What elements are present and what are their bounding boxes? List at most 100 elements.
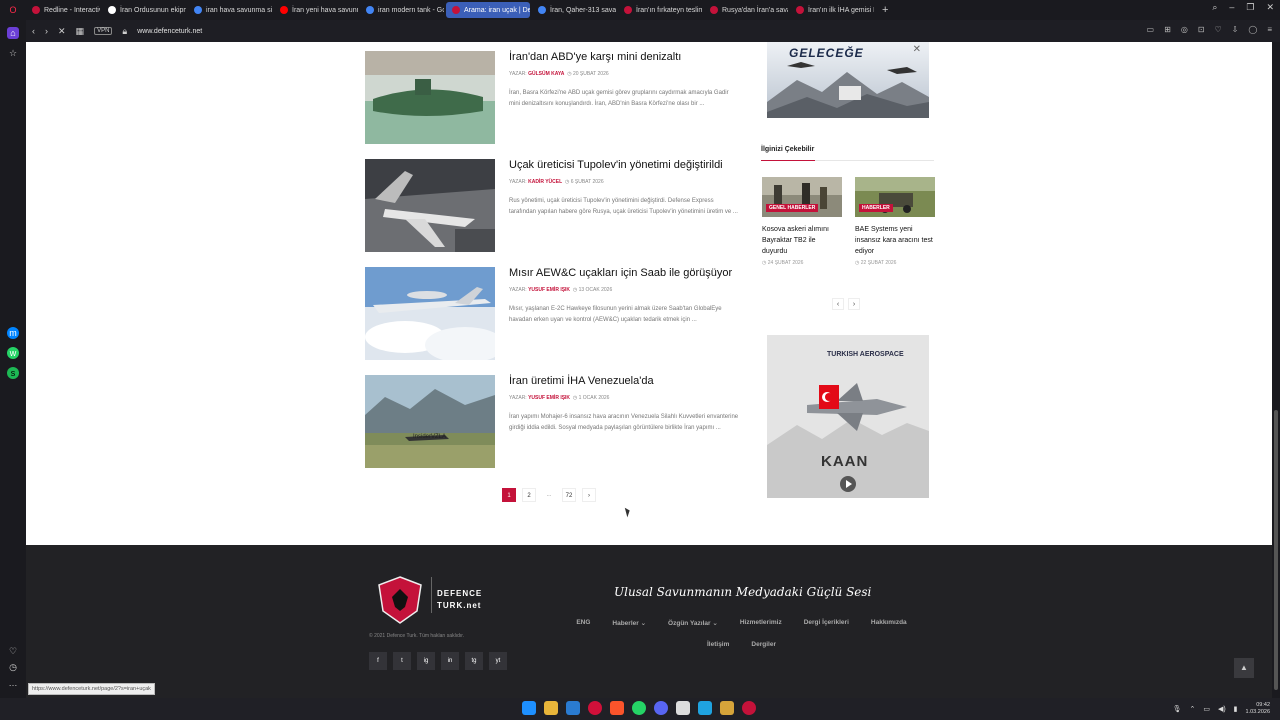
back-icon[interactable]: ‹	[32, 26, 35, 36]
sidebar-ad-kaan[interactable]: TURKISH AEROSPACE KAAN	[767, 335, 929, 498]
article-author[interactable]: YUSUF EMİR IŞIK	[528, 395, 570, 401]
whatsapp-taskbar-icon[interactable]	[632, 701, 646, 715]
article-thumbnail[interactable]	[365, 51, 495, 144]
related-card[interactable]: GENEL HABERLER Kosova askeri alımını Bay…	[762, 177, 842, 266]
profile-icon[interactable]: ◯	[1248, 25, 1257, 34]
network-icon[interactable]: ▭	[1203, 705, 1210, 713]
browser-tab[interactable]: iran modern tank - Google	[360, 2, 444, 18]
related-thumb[interactable]: GENEL HABERLER	[762, 177, 842, 217]
battery-icon[interactable]: ▮	[1234, 705, 1238, 713]
logo-text[interactable]: DEFENCE TURK.net	[437, 588, 482, 612]
volume-icon[interactable]: ◀)	[1218, 705, 1226, 713]
opera-taskbar-icon[interactable]	[588, 701, 602, 715]
ad-close-icon[interactable]: ✕	[913, 44, 921, 55]
scrollbar-thumb[interactable]	[1274, 410, 1278, 690]
browser-tab[interactable]: iran hava savunma sistemi	[188, 2, 272, 18]
chevron-up-icon[interactable]: ⌃	[1189, 705, 1195, 713]
sidebar-ad-top[interactable]: GELECEĞE ✕	[767, 42, 929, 118]
close-window-icon[interactable]: ✕	[1266, 2, 1274, 13]
browser-tab[interactable]: Arama: iran uçak | Defence	[446, 2, 530, 18]
page-link[interactable]: 2	[522, 488, 536, 502]
scroll-to-top-button[interactable]: ▲	[1234, 658, 1254, 678]
youtube-icon[interactable]: yt	[489, 652, 507, 670]
speed-dial-icon[interactable]: ▦	[76, 26, 85, 37]
notepad-icon[interactable]	[676, 701, 690, 715]
article-title[interactable]: Mısır AEW&C uçakları için Saab ile görüş…	[509, 267, 732, 279]
file-explorer-icon[interactable]	[544, 701, 558, 715]
opera-gx-icon[interactable]	[742, 701, 756, 715]
heart-icon[interactable]: ♡	[7, 645, 19, 657]
article-title[interactable]: İran'dan ABD'ye karşı mini denizaltı	[509, 51, 681, 63]
mail-icon[interactable]	[566, 701, 580, 715]
related-prev-button[interactable]: ‹	[832, 298, 844, 310]
facebook-icon[interactable]: f	[369, 652, 387, 670]
mic-icon[interactable]: 🎙︎	[1173, 705, 1182, 713]
article-thumbnail[interactable]	[365, 267, 495, 360]
category-badge[interactable]: HABERLER	[859, 204, 893, 212]
reader-icon[interactable]: ▭	[1147, 25, 1155, 34]
new-tab-button[interactable]: +	[876, 4, 894, 16]
heart-pin-icon[interactable]: ♡	[1215, 25, 1222, 34]
stop-icon[interactable]: ✕	[58, 26, 66, 37]
related-title[interactable]: Kosova askeri alımını Bayraktar TB2 ile …	[762, 224, 842, 257]
brave-icon[interactable]	[610, 701, 624, 715]
footer-nav-item[interactable]: Dergiler	[751, 641, 776, 648]
translate-icon[interactable]: ⊞	[1164, 25, 1171, 34]
opera-logo-icon[interactable]: O	[7, 4, 19, 16]
related-next-button[interactable]: ›	[848, 298, 860, 310]
maximize-icon[interactable]: ❐	[1246, 2, 1254, 13]
page-scrollbar[interactable]	[1272, 42, 1280, 698]
article-author[interactable]: GÜLSÜM KAYA	[528, 71, 564, 77]
browser-tab[interactable]: İran yeni hava savunma si	[274, 2, 358, 18]
spotify-icon[interactable]: s	[7, 367, 19, 379]
browser-tab[interactable]: İran, Qaher-313 savaş uça	[532, 2, 616, 18]
related-thumb[interactable]: HABERLER	[855, 177, 935, 217]
messenger-icon[interactable]: m	[7, 327, 19, 339]
extensions-icon[interactable]: ⊡	[1198, 25, 1205, 34]
bookmark-icon[interactable]: ☆	[7, 47, 19, 59]
article-thumbnail[interactable]	[365, 159, 495, 252]
linkedin-icon[interactable]: in	[441, 652, 459, 670]
download-icon[interactable]: ⇩	[1232, 25, 1239, 34]
article-title[interactable]: Uçak üreticisi Tupolev'in yönetimi değiş…	[509, 159, 723, 171]
menu-icon[interactable]: ≡	[1267, 25, 1272, 34]
start-icon[interactable]	[522, 701, 536, 715]
vpn-badge[interactable]: VPN	[94, 27, 113, 35]
page-next-button[interactable]: ›	[582, 488, 596, 502]
lock-icon[interactable]: 🔒︎	[122, 26, 127, 37]
twitter-icon[interactable]: t	[393, 652, 411, 670]
article-author[interactable]: YUSUF EMİR IŞIK	[528, 287, 570, 293]
browser-tab[interactable]: Rusya'dan İran'a savaş uça	[704, 2, 788, 18]
search-tabs-icon[interactable]: ⌕	[1212, 2, 1217, 13]
footer-nav-item[interactable]: ENG	[576, 619, 590, 627]
footer-nav-item[interactable]: Haberler ⌄	[612, 619, 646, 627]
edge-icon[interactable]	[698, 701, 712, 715]
forward-icon[interactable]: ›	[45, 26, 48, 36]
related-card[interactable]: HABERLER BAE Systems yeni insansız kara …	[855, 177, 935, 266]
page-last[interactable]: 72	[562, 488, 576, 502]
defence-turk-logo-icon[interactable]	[375, 575, 425, 627]
category-badge[interactable]: GENEL HABERLER	[766, 204, 819, 212]
footer-nav-item[interactable]: Özgün Yazılar ⌄	[668, 619, 718, 627]
article-thumbnail[interactable]: InsiderVZLA	[365, 375, 495, 468]
discord-icon[interactable]	[654, 701, 668, 715]
article-author[interactable]: KADİR YÜCEL	[528, 179, 562, 185]
clock[interactable]: 09:42 1.03.2026	[1246, 702, 1270, 716]
history-icon[interactable]: ◷	[7, 661, 19, 673]
browser-tab[interactable]: Redline - Interactive Strat	[26, 2, 100, 18]
browser-tab[interactable]: İran'ın fırkateyn teslimatı	[618, 2, 702, 18]
footer-nav-item[interactable]: İletişim	[707, 641, 729, 648]
page-current[interactable]: 1	[502, 488, 516, 502]
footer-nav-item[interactable]: Dergi İçerikleri	[804, 619, 849, 627]
footer-nav-item[interactable]: Hakkımızda	[871, 619, 907, 627]
related-title[interactable]: BAE Systems yeni insansız kara aracını t…	[855, 224, 935, 257]
browser-tab[interactable]: İran'ın ilk İHA gemisi Dev	[790, 2, 874, 18]
app-icon[interactable]	[720, 701, 734, 715]
home-icon[interactable]: ⌂	[7, 27, 19, 39]
article-title[interactable]: İran üretimi İHA Venezuela'da	[509, 375, 654, 387]
browser-tab[interactable]: İran Ordusunun ekipmanları	[102, 2, 186, 18]
telegram-icon[interactable]: tg	[465, 652, 483, 670]
more-icon[interactable]: …	[7, 677, 19, 689]
instagram-icon[interactable]: ig	[417, 652, 435, 670]
url-field[interactable]: www.defenceturk.net	[137, 28, 202, 35]
